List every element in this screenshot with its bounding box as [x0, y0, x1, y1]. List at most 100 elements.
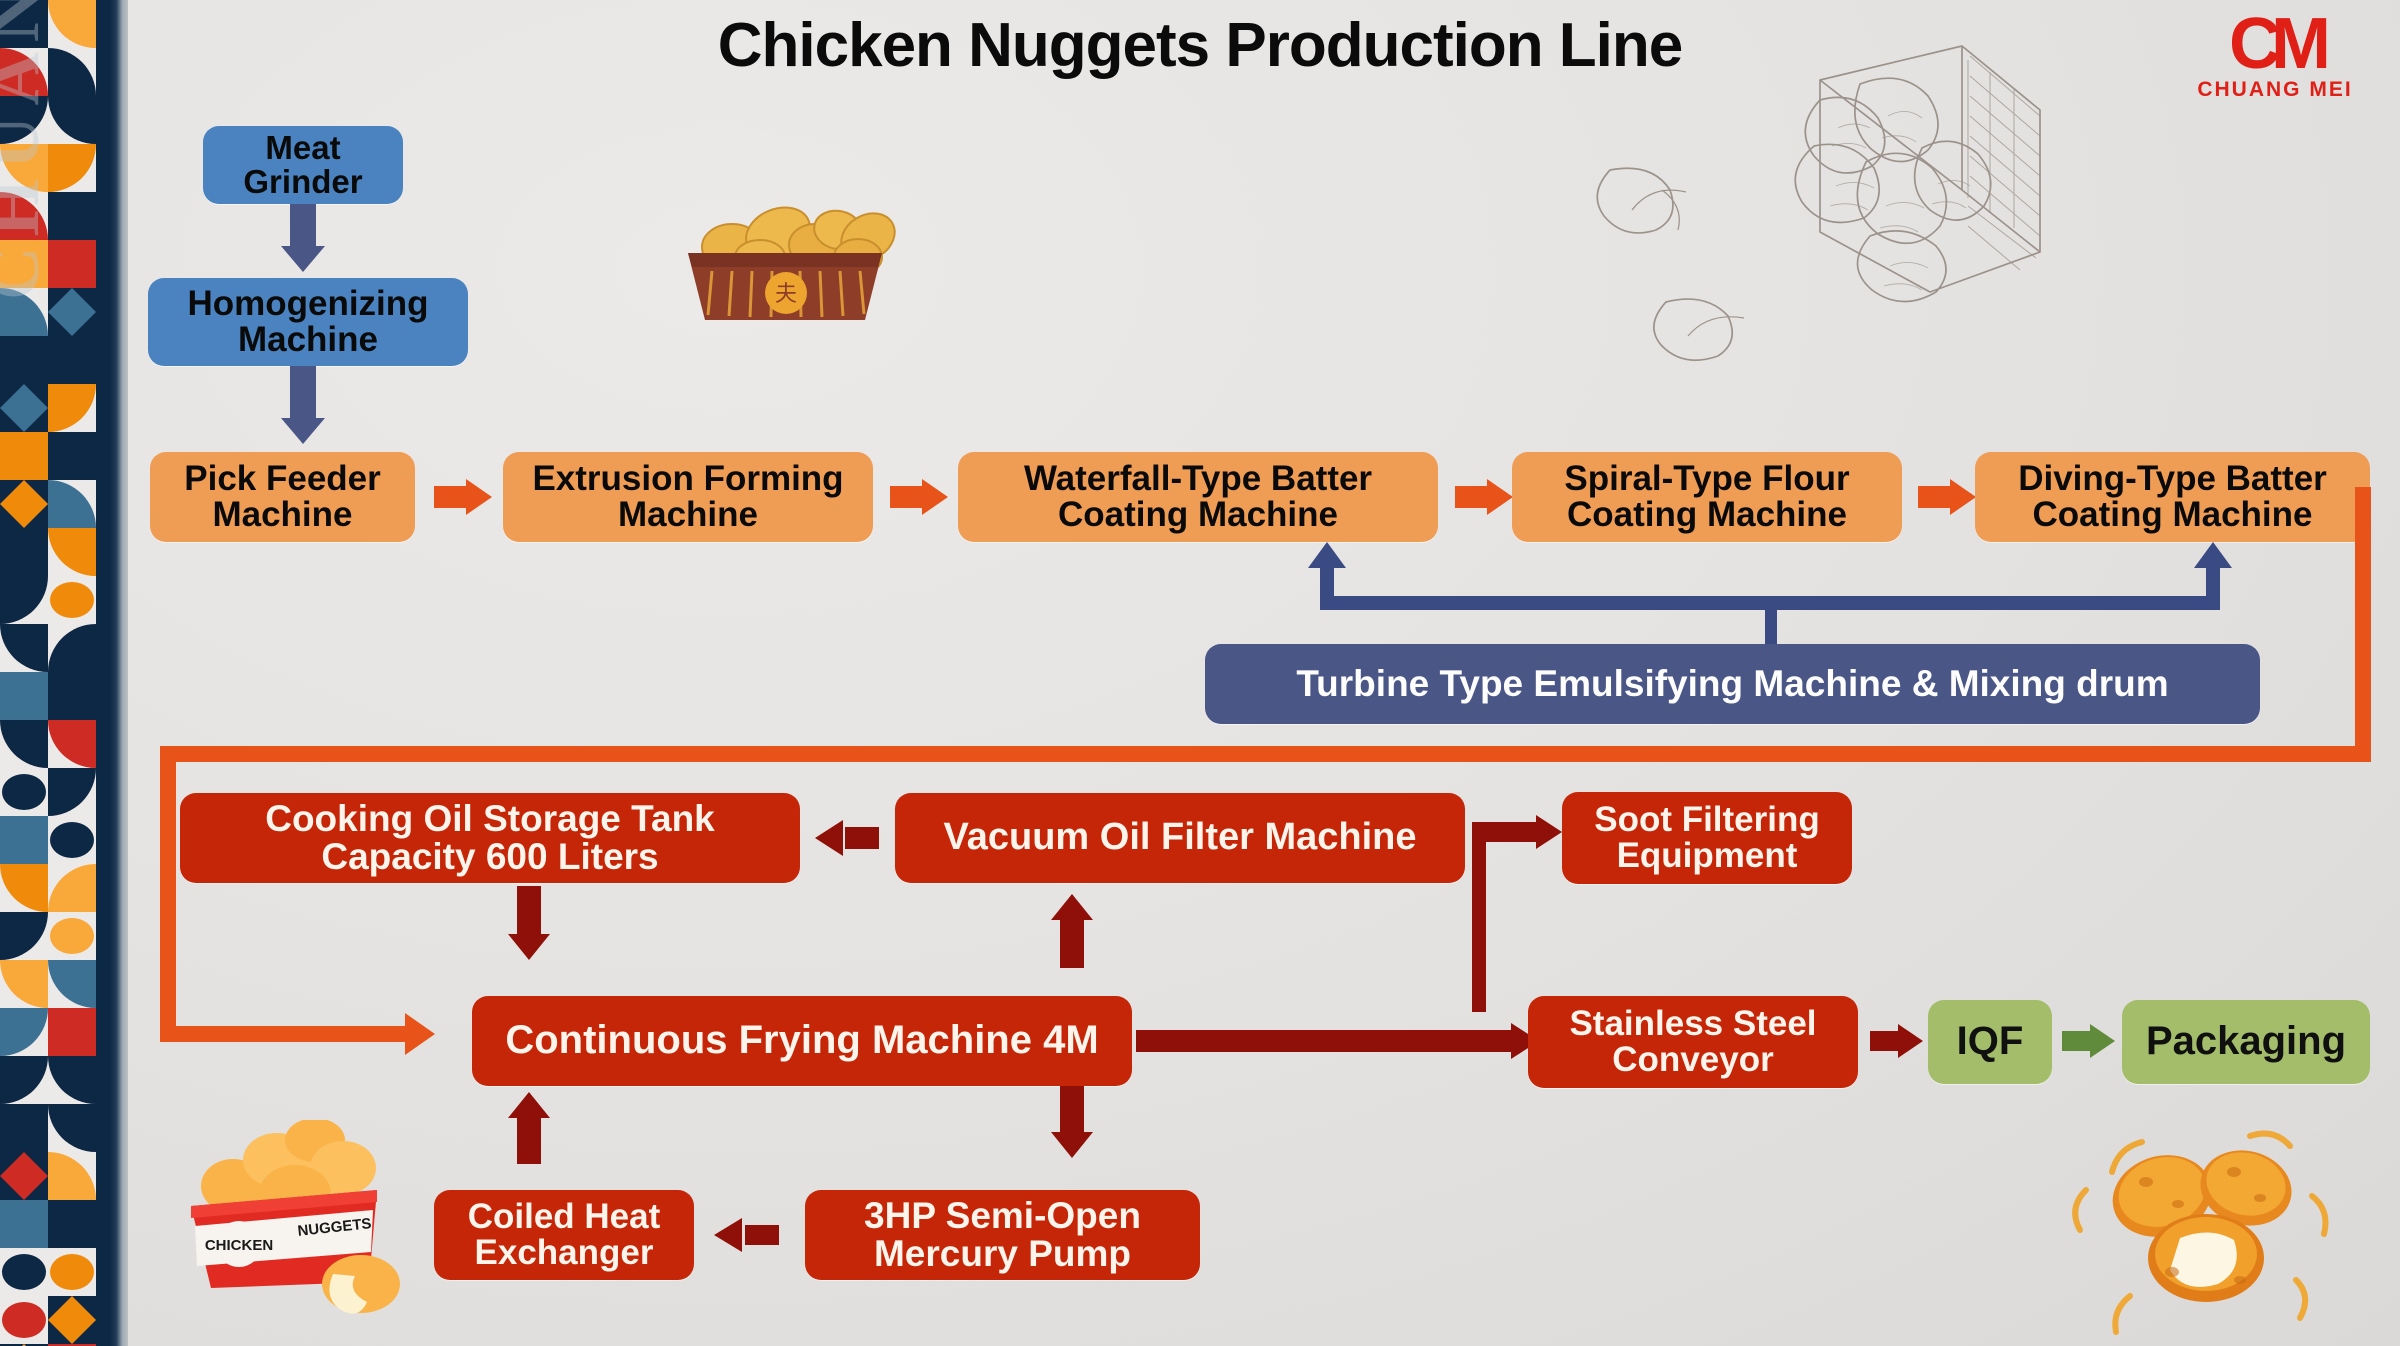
arrow-iqf-to-packaging-head [2090, 1024, 2115, 1058]
sidebar-pattern-tile [0, 1151, 49, 1201]
node-homogenizing-machine[interactable]: Homogenizing Machine [148, 278, 468, 366]
arrow-pickfeeder-to-extrusion-head [466, 479, 492, 515]
emulsifier-feed-right-arrowhead [2194, 542, 2232, 568]
arrow-grinder-to-homogenizing-shaft [290, 204, 316, 246]
arrow-coiledheat-to-frying-shaft [517, 1118, 541, 1164]
arrow-spiral-to-diving-head [1950, 479, 1976, 515]
arrow-mercurypump-to-coiledheat-head [714, 1218, 742, 1252]
sidebar-pattern-quarter [48, 720, 96, 768]
sidebar-pattern-tile [48, 384, 96, 432]
sidebar-pattern-tile [47, 335, 97, 385]
sidebar-pattern-tile [0, 1248, 48, 1296]
node-soot-filtering-equipment[interactable]: Soot Filtering Equipment [1562, 792, 1852, 884]
sidebar-pattern-tile [48, 192, 96, 240]
sidebar-pattern-tile [48, 48, 96, 96]
sidebar-pattern-tile [48, 816, 96, 864]
arrow-spiral-to-diving-shaft [1918, 486, 1950, 508]
sidebar-pattern-quarter [0, 720, 48, 768]
sidebar-pattern-tile [48, 768, 96, 816]
sidebar-pattern-circle [50, 582, 94, 618]
sidebar-pattern-quarter [0, 1008, 48, 1056]
sidebar-edge-gradient [110, 0, 128, 1346]
node-waterfall-batter-coating-machine[interactable]: Waterfall-Type Batter Coating Machine [958, 452, 1438, 542]
sidebar-pattern-tile [0, 528, 48, 576]
node-diving-batter-coating-machine[interactable]: Diving-Type Batter Coating Machine [1975, 452, 2370, 542]
node-coiled-heat-exchanger[interactable]: Coiled Heat Exchanger [434, 1190, 694, 1280]
arrow-frying-to-vacuumfilter-shaft [1060, 920, 1084, 968]
sidebar-pattern-tile [48, 240, 96, 288]
node-vacuum-oil-filter-machine[interactable]: Vacuum Oil Filter Machine [895, 793, 1465, 883]
sidebar-pattern-tile [48, 1056, 96, 1104]
sidebar-pattern-diamond [0, 383, 49, 433]
sidebar-pattern-tile [48, 1008, 96, 1056]
node-mercury-pump[interactable]: 3HP Semi-Open Mercury Pump [805, 1190, 1200, 1280]
sidebar-pattern-quarter [48, 0, 96, 48]
sidebar-pattern-quarter [0, 864, 48, 912]
sidebar-pattern-tile [0, 383, 49, 433]
sidebar-pattern-tile [48, 576, 96, 624]
sidebar-pattern-tile [0, 48, 48, 96]
sidebar-pattern-tile [0, 479, 49, 529]
sidebar-pattern-tile [48, 96, 96, 144]
sidebar-pattern-tile [0, 1104, 48, 1152]
sidebar-pattern-circle [2, 1302, 46, 1338]
sidebar-pattern-quarter [0, 960, 48, 1008]
node-meat-grinder[interactable]: Meat Grinder [203, 126, 403, 204]
sidebar-pattern-circle [50, 1254, 94, 1290]
sidebar-pattern-quarter [48, 96, 96, 144]
diagram-canvas: CHUANG MEI Chicken Nuggets Production Li… [0, 0, 2400, 1346]
sidebar-pattern-tile [48, 912, 96, 960]
sidebar-pattern-tile [0, 192, 48, 240]
sidebar-pattern-tile [48, 960, 96, 1008]
sidebar-pattern-tile [0, 0, 49, 49]
node-spiral-flour-coating-machine[interactable]: Spiral-Type Flour Coating Machine [1512, 452, 1902, 542]
sidebar-pattern-quarter [48, 624, 96, 672]
bypass-route-arrowhead [405, 1013, 435, 1055]
sidebar-pattern-tile [48, 624, 96, 672]
sidebar-pattern-quarter [48, 1152, 96, 1200]
sidebar-pattern-tile [48, 0, 96, 48]
sidebar-pattern-quarter [0, 624, 48, 672]
arrow-grinder-to-homogenizing-head [281, 246, 325, 272]
sidebar-pattern-tile [0, 864, 48, 912]
sidebar-pattern-circle [2, 1254, 46, 1290]
sidebar-pattern-tile [47, 431, 97, 481]
node-cooking-oil-storage-tank[interactable]: Cooking Oil Storage Tank Capacity 600 Li… [180, 793, 800, 883]
sidebar-pattern-tile [0, 768, 48, 816]
sidebar-pattern-quarter [48, 1104, 96, 1152]
logo-brand-name: CHUANG MEI [2197, 78, 2353, 101]
node-turbine-emulsifying-machine[interactable]: Turbine Type Emulsifying Machine & Mixin… [1205, 644, 2260, 724]
arrow-vacuumfilter-to-soot-riser [1472, 832, 1486, 1012]
sidebar-pattern-quarter [48, 960, 96, 1008]
arrow-extrusion-to-waterfall-shaft [890, 486, 922, 508]
sidebar-pattern-quarter [0, 288, 48, 336]
sidebar-pattern-quarter [48, 1056, 96, 1104]
arrow-iqf-to-packaging-shaft [2062, 1031, 2090, 1051]
sidebar-pattern-quarter [48, 528, 96, 576]
arrow-waterfall-to-spiral-head [1487, 479, 1513, 515]
sidebar-pattern-tile [0, 624, 48, 672]
sidebar-pattern-tile [48, 1248, 96, 1296]
bypass-route-top-horizontal [160, 746, 2371, 762]
node-extrusion-forming-machine[interactable]: Extrusion Forming Machine [503, 452, 873, 542]
sidebar-pattern-tile [48, 1152, 96, 1200]
sidebar-pattern-quarter [0, 96, 48, 144]
node-packaging[interactable]: Packaging [2122, 1000, 2370, 1084]
sidebar-pattern-diamond [0, 0, 49, 49]
node-iqf[interactable]: IQF [1928, 1000, 2052, 1084]
node-continuous-frying-machine[interactable]: Continuous Frying Machine 4M [472, 996, 1132, 1086]
sidebar-pattern-diamond [47, 671, 97, 721]
arrow-extrusion-to-waterfall-head [922, 479, 948, 515]
sidebar-pattern-tile [48, 864, 96, 912]
node-stainless-steel-conveyor[interactable]: Stainless Steel Conveyor [1528, 996, 1858, 1088]
nugget-basket-illustration: 夫 [688, 206, 896, 320]
node-pick-feeder-machine[interactable]: Pick Feeder Machine [150, 452, 415, 542]
sidebar-pattern-tile [48, 1200, 96, 1248]
arrow-conveyor-to-iqf-head [1898, 1024, 1923, 1058]
sidebar-pattern-quarter [48, 144, 96, 192]
emulsifier-feed-left-riser [1320, 566, 1334, 606]
sidebar-pattern-circle [50, 918, 94, 954]
sidebar-pattern-quarter [0, 576, 48, 624]
sidebar-pattern [0, 0, 97, 1346]
svg-text:夫: 夫 [775, 281, 797, 306]
